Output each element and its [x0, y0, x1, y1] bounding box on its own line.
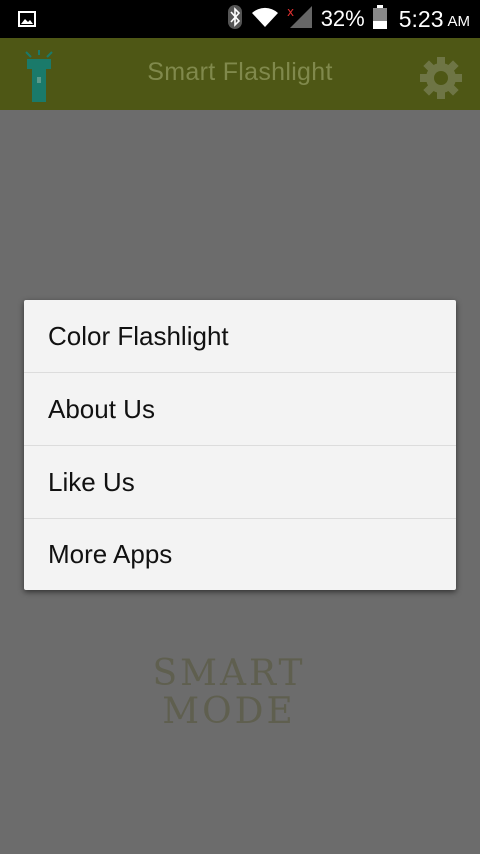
smart-mode-label: SMART MODE [0, 655, 458, 731]
menu-item-about-us[interactable]: About Us [24, 373, 456, 446]
image-icon [18, 11, 36, 32]
smart-mode-line1: SMART [152, 653, 306, 694]
options-menu: Color Flashlight About Us Like Us More A… [24, 300, 456, 590]
app-bar: Smart Flashlight [0, 38, 480, 110]
signal-icon: x [287, 5, 313, 34]
smart-mode-line2: MODE [162, 691, 296, 732]
menu-item-like-us[interactable]: Like Us [24, 446, 456, 519]
clock-time: 5:23 [398, 5, 444, 32]
bluetooth-icon [227, 4, 243, 35]
gear-icon[interactable] [418, 55, 464, 106]
wifi-icon [251, 6, 279, 33]
clock-ampm: AM [447, 12, 471, 30]
battery-icon [372, 4, 387, 34]
app-title: Smart Flashlight [147, 58, 333, 86]
status-bar: x 32% 5:23 AM [0, 0, 480, 38]
battery-percent: 32% [320, 6, 365, 31]
menu-item-color-flashlight[interactable]: Color Flashlight [24, 300, 456, 373]
menu-item-more-apps[interactable]: More Apps [24, 519, 456, 590]
svg-text:x: x [287, 5, 294, 19]
